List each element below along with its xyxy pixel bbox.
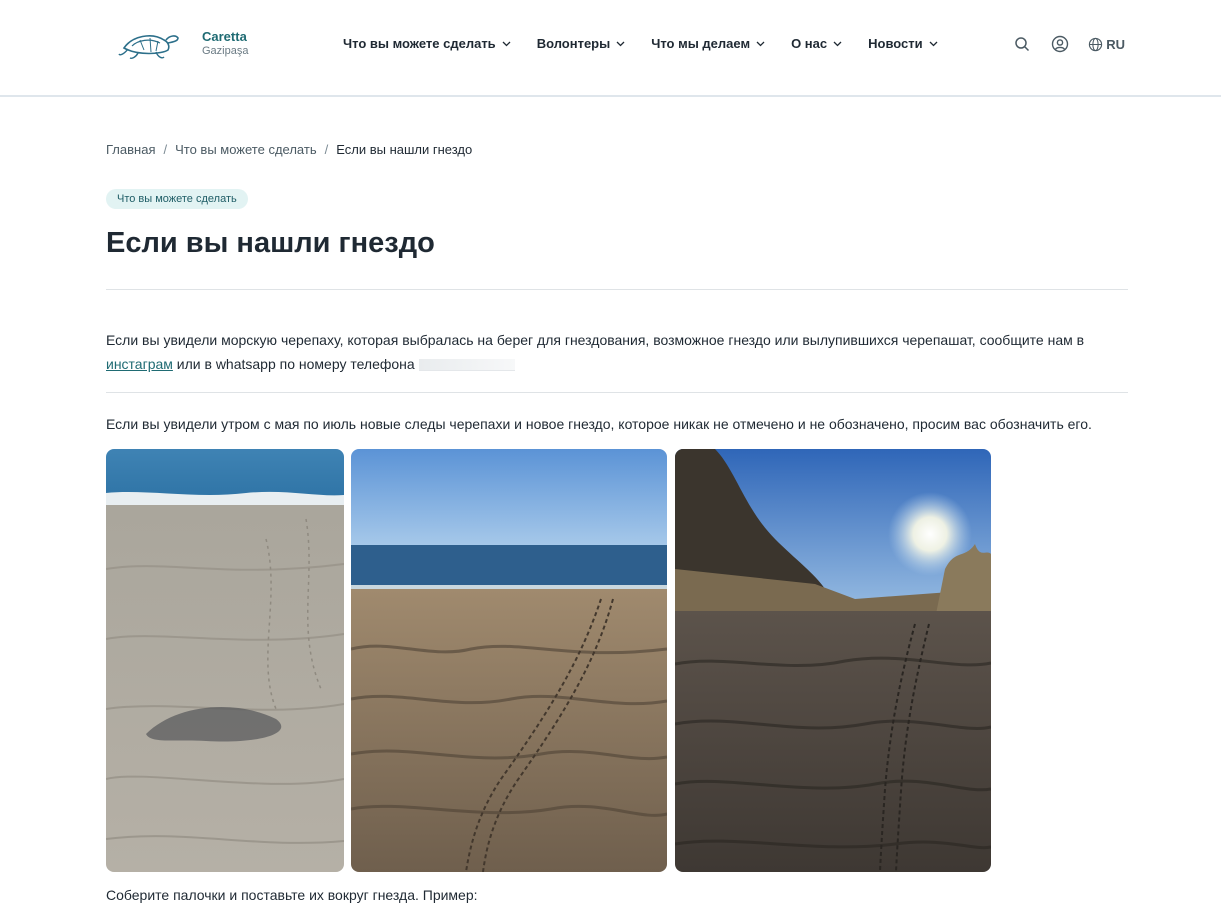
divider: [106, 289, 1128, 290]
category-badge[interactable]: Что вы можете сделать: [106, 189, 248, 209]
site-header: Caretta Gazipaşa Что вы можете сделать В…: [0, 0, 1221, 97]
nav-item-label: Что мы делаем: [651, 36, 751, 51]
intro-text-whatsapp: или в whatsapp по номеру телефона: [172, 356, 415, 372]
chevron-down-icon: [756, 41, 765, 46]
breadcrumb: Главная / Что вы можете сделать / Если вы на…: [106, 142, 472, 157]
breadcrumb-current: Если вы нашли гнездо: [336, 142, 473, 157]
nav-item-label: Что вы можете сделать: [343, 36, 496, 51]
main-nav: Что вы можете сделать Волонтеры Что мы д…: [343, 36, 964, 51]
example-paragraph: Соберите палочки и поставьте их вокруг г…: [106, 887, 478, 903]
logo-title: Caretta: [202, 29, 247, 44]
breadcrumb-section-link[interactable]: Что вы можете сделать: [175, 142, 316, 157]
nav-item-label: О нас: [791, 36, 828, 51]
nav-item-about[interactable]: О нас: [791, 36, 842, 51]
beach-photo-image: [106, 449, 344, 872]
breadcrumb-separator: /: [324, 142, 329, 157]
chevron-down-icon: [929, 41, 938, 46]
chevron-down-icon: [502, 41, 511, 46]
search-button[interactable]: [1012, 34, 1032, 54]
nav-item-volunteers[interactable]: Волонтеры: [537, 36, 626, 51]
breadcrumb-home-link[interactable]: Главная: [106, 142, 155, 157]
chevron-down-icon: [616, 41, 625, 46]
nav-item-news[interactable]: Новости: [868, 36, 938, 51]
beach-photo-nest-tracks[interactable]: [106, 449, 344, 872]
logo-subtitle: Gazipaşa: [202, 45, 249, 57]
beach-photo-image: [675, 449, 991, 872]
site-logo[interactable]: Caretta Gazipaşa: [118, 26, 248, 62]
header-tools: RU: [994, 34, 1125, 54]
search-icon: [1015, 37, 1030, 52]
divider: [106, 392, 1128, 393]
beach-photo-image: [351, 449, 667, 872]
beach-photo-turtle-tracks[interactable]: [351, 449, 667, 872]
account-button[interactable]: [1050, 34, 1070, 54]
intro-text: Если вы увидели морскую черепаху, котора…: [106, 332, 1085, 348]
beach-photo-cliff-tracks[interactable]: [675, 449, 991, 872]
nav-item-what-we-do[interactable]: Что мы делаем: [651, 36, 765, 51]
turtle-logo-icon: [118, 35, 179, 59]
globe-icon: [1089, 37, 1103, 51]
intro-paragraph: Если вы увидели морскую черепаху, котора…: [106, 328, 1128, 376]
user-icon: [1052, 35, 1069, 53]
instructions-paragraph: Если вы увидели утром с мая по июль новы…: [106, 416, 1092, 432]
language-switcher[interactable]: RU: [1088, 37, 1125, 52]
page-title: Если вы нашли гнездо: [106, 227, 435, 259]
nav-item-label: Волонтеры: [536, 36, 611, 51]
nav-item-what-you-can-do[interactable]: Что вы можете сделать: [343, 36, 511, 51]
chevron-down-icon: [833, 41, 842, 46]
nav-item-label: Новости: [868, 36, 923, 51]
instagram-link[interactable]: инстаграм: [106, 356, 173, 372]
breadcrumb-separator: /: [163, 142, 168, 157]
language-label: RU: [1106, 36, 1125, 52]
redacted-phone: [418, 359, 515, 372]
